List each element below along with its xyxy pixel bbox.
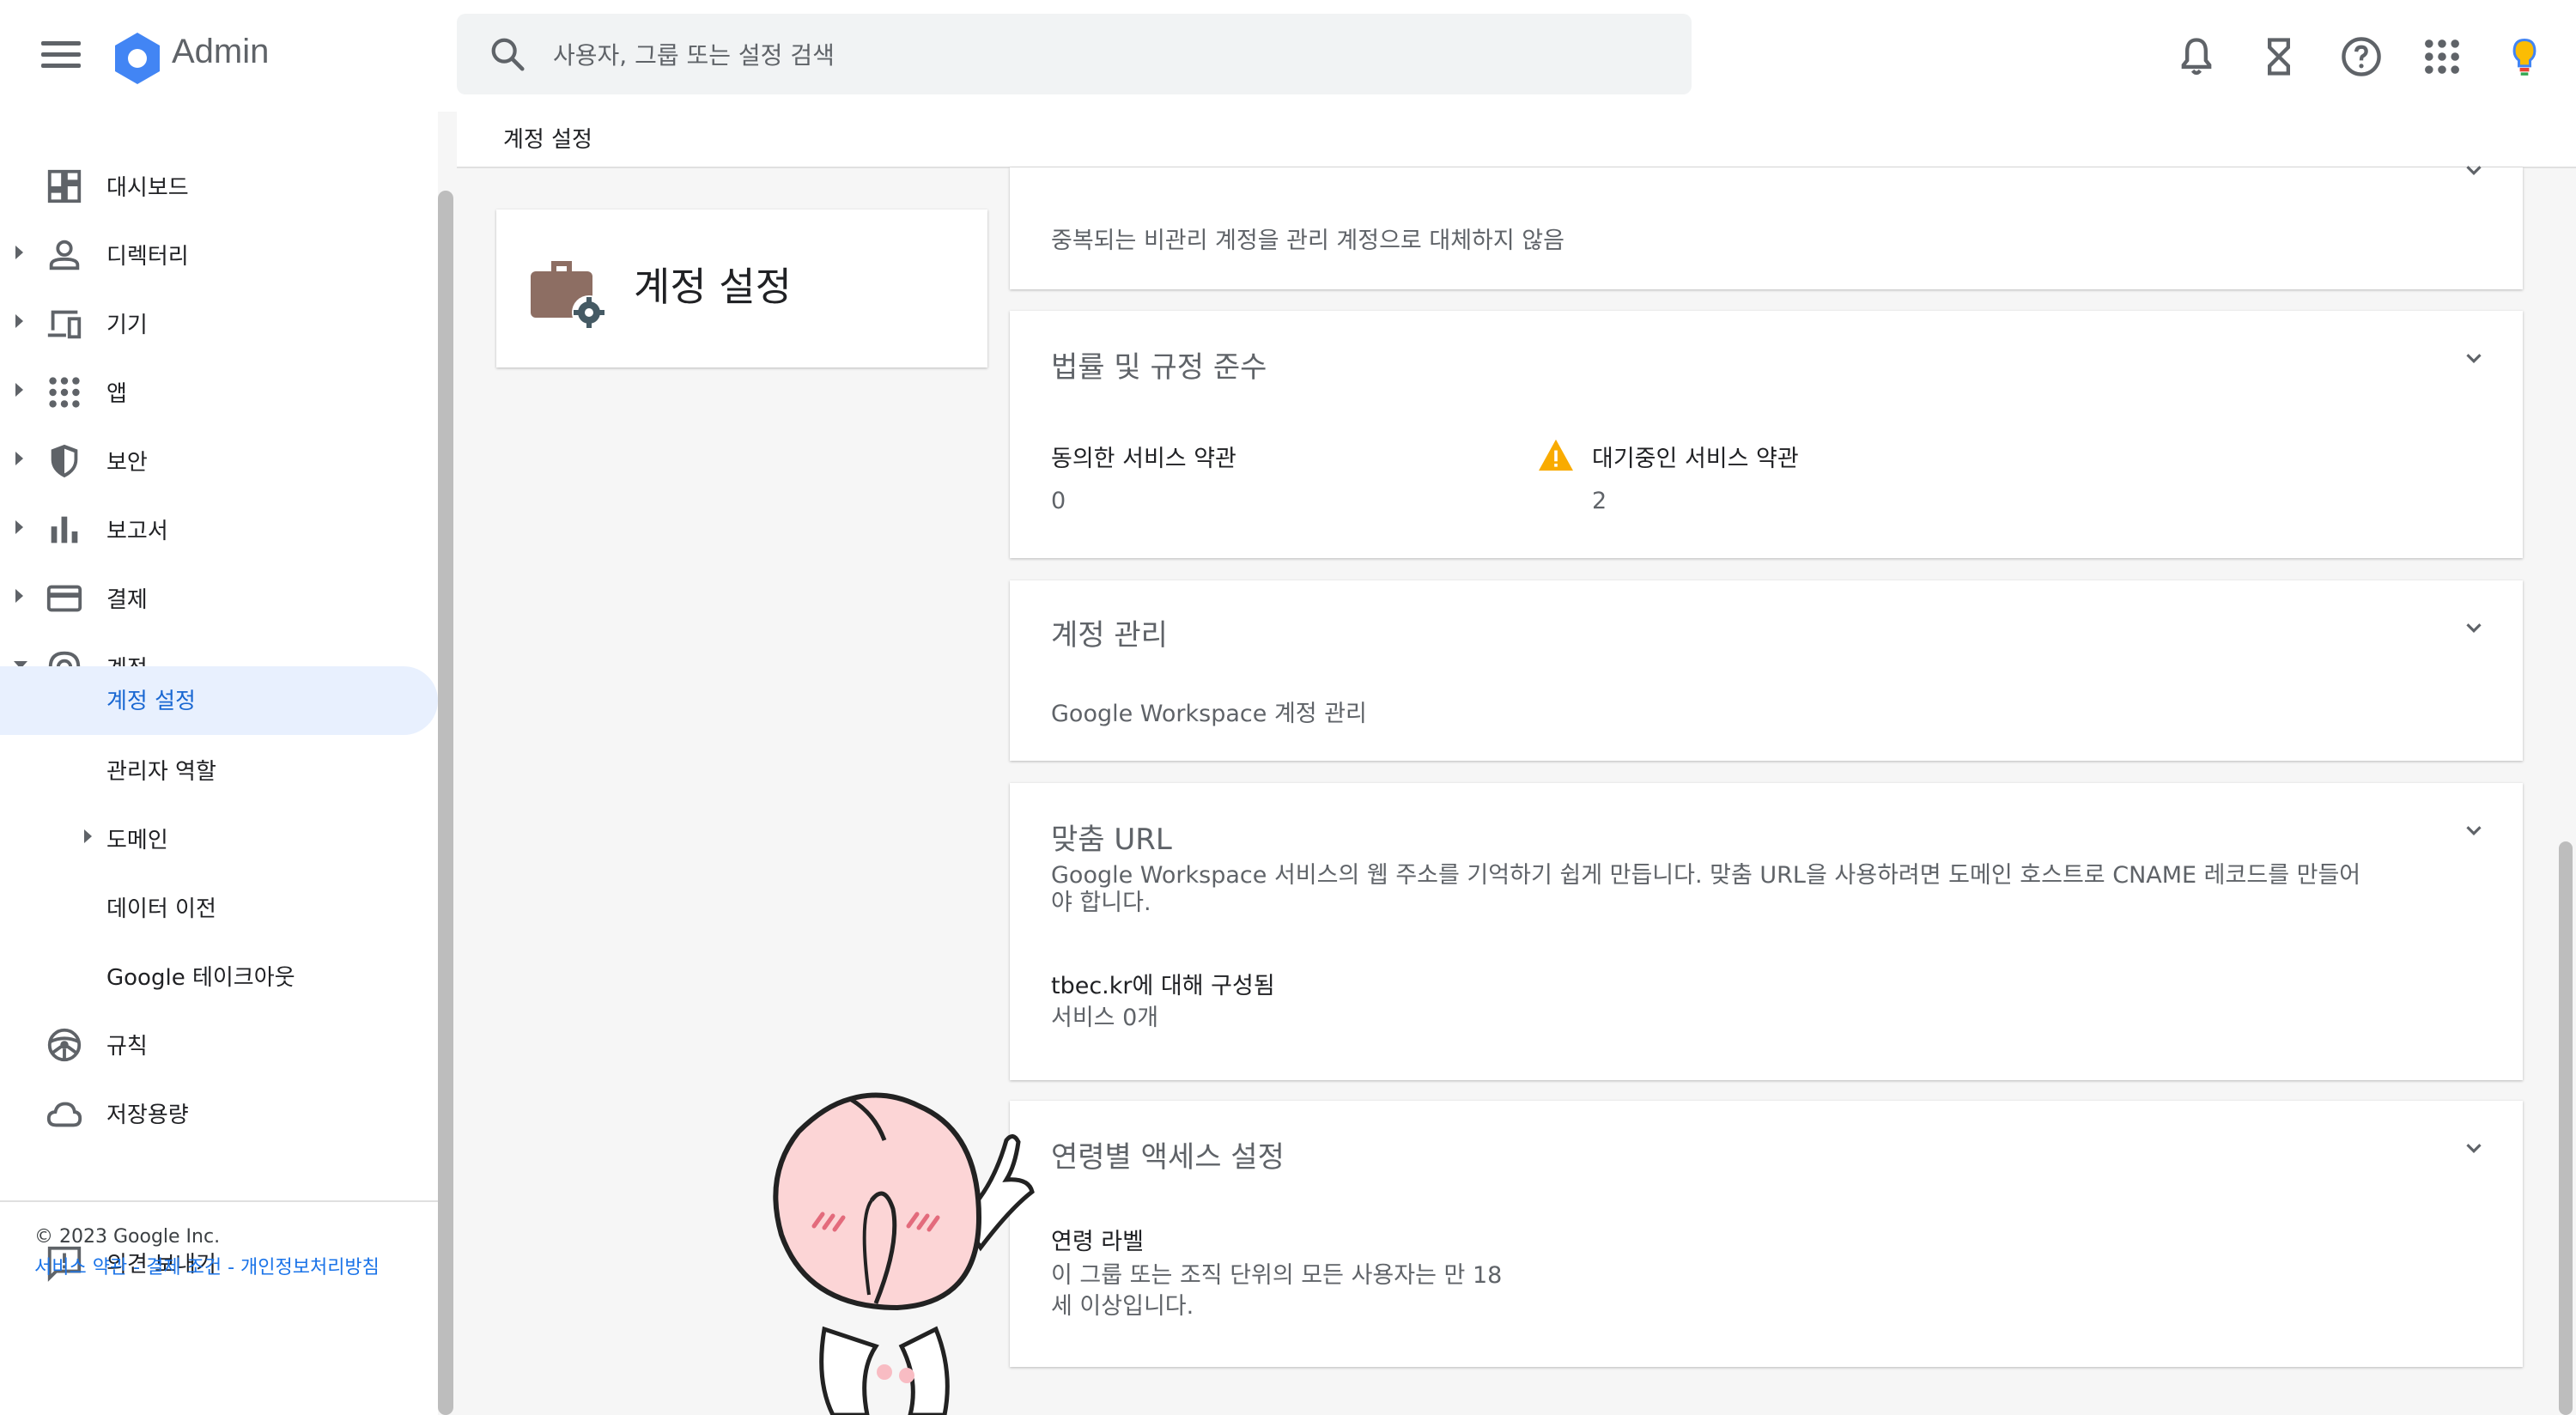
sidebar-item-rules[interactable]: 규칙 [0,1010,438,1078]
search-icon[interactable] [488,34,527,74]
chevron-down-icon[interactable] [2461,615,2487,641]
sidebar-item-account-settings[interactable]: 계정 설정 [0,666,438,735]
app-name: Admin [172,33,270,70]
main-menu-icon[interactable] [36,34,86,77]
bar-chart-icon [51,516,78,544]
sidebar-item-label: 도메인 [106,828,168,853]
sidebar-item-label: 대시보드 [106,175,189,201]
expand-arrow-icon[interactable] [15,452,23,465]
conflicting-accounts-card[interactable]: 중복되는 비관리 계정을 관리 계정으로 대체하지 않음 [1010,166,2523,289]
sidebar-item-directory[interactable]: 디렉터리 [0,220,438,288]
sidebar-item-security[interactable]: 보안 [0,426,438,495]
sidebar-item-label: 규칙 [106,1034,148,1060]
card-title: 연령별 액세스 설정 [1051,1140,1285,1175]
sidebar-item-label: 계정 설정 [106,689,196,714]
agreed-terms-count: 0 [1051,488,1066,514]
sidebar-divider [0,1200,438,1202]
sidebar-item-label: 결제 [106,587,148,613]
card-title: 계정 설정 [634,264,792,310]
sidebar-item-storage[interactable]: 저장용량 [0,1078,438,1147]
sidebar-item-billing[interactable]: 결제 [0,563,438,632]
devices-icon [47,310,82,339]
sidebar-item-reports[interactable]: 보고서 [0,495,438,563]
person-icon [49,240,80,270]
card-title: 법률 및 규정 준수 [1051,350,1267,385]
custom-url-description-line2: 야 합니다. [1051,890,1151,916]
sidebar-item-label: Google 테이크아웃 [106,965,295,991]
expand-arrow-icon[interactable] [84,829,92,843]
sidebar-item-admin-roles[interactable]: 관리자 역할 [0,735,438,804]
chevron-down-icon[interactable] [2461,345,2487,371]
page-title: 계정 설정 [503,127,592,153]
admin-logo-icon [115,33,160,84]
sidebar-item-label: 디렉터리 [106,244,189,270]
sidebar-item-google-takeout[interactable]: Google 테이크아웃 [0,941,438,1010]
card-title: 계정 관리 [1051,618,1168,653]
search-input[interactable] [551,14,1671,96]
credit-card-icon [46,585,82,612]
account-management-description: Google Workspace 계정 관리 [1051,701,1367,727]
sidebar-item-apps[interactable]: 앱 [0,357,438,426]
services-count: 서비스 0개 [1051,1005,1159,1031]
account-management-card[interactable]: 계정 관리 Google Workspace 계정 관리 [1010,580,2523,761]
age-label-value-line1: 이 그룹 또는 조직 단위의 모든 사용자는 만 18 [1051,1262,1503,1289]
expand-arrow-icon[interactable] [15,246,23,259]
sidebar-item-devices[interactable]: 기기 [0,288,438,357]
tasks-hourglass-icon[interactable] [2257,34,2301,79]
top-bar: Admin [0,0,2576,112]
conflict-description: 중복되는 비관리 계정을 관리 계정으로 대체하지 않음 [1051,228,1564,254]
configured-domain-label: tbec.kr에 대해 구성됨 [1051,973,1275,999]
tips-lightbulb-icon[interactable] [2502,34,2547,79]
pending-terms-count: 2 [1592,488,1607,514]
expand-arrow-icon[interactable] [15,383,23,397]
main-scrollbar[interactable] [2559,841,2573,1415]
sidebar-item-label: 보고서 [106,519,168,544]
apps-grid-icon[interactable] [2420,34,2464,79]
search-bar[interactable] [457,14,1692,96]
chevron-down-icon[interactable] [2461,817,2487,843]
sidebar-item-label: 데이터 이전 [106,896,216,922]
help-icon[interactable] [2339,34,2384,79]
expand-arrow-icon[interactable] [15,314,23,328]
sidebar-item-label: 앱 [106,381,127,407]
pending-terms-label[interactable]: 대기중인 서비스 약관 [1592,440,1799,473]
page-header: 계정 설정 [457,112,2576,168]
card-title: 맞춤 URL [1051,823,1172,857]
footer-links[interactable]: 서비스 약관 - 결제 조건 - 개인정보처리방침 [34,1252,380,1279]
steering-wheel-icon [47,1028,82,1062]
age-label-title: 연령 라벨 [1051,1229,1144,1255]
account-settings-title-card: 계정 설정 [496,210,987,367]
sidebar-item-label: 기기 [106,313,148,338]
peach-character-sticker [773,1092,1035,1415]
copyright-text: © 2023 Google Inc. [34,1226,221,1248]
apps-icon [49,377,80,408]
sidebar-item-label: 관리자 역할 [106,759,216,785]
chevron-down-icon[interactable] [2461,1135,2487,1161]
sidebar-item-label: 저장용량 [106,1102,189,1128]
sidebar-scrollbar[interactable] [438,191,453,1415]
dashboard-icon [47,169,82,203]
custom-url-card[interactable]: 맞춤 URL Google Workspace 서비스의 웹 주소를 기억하기 … [1010,783,2523,1080]
sidebar: 대시보드 디렉터리 기기 앱 보안 보고서 결제 계정 설정 관리자 역할 도메… [0,112,438,1415]
age-access-settings-card[interactable]: 연령별 액세스 설정 연령 라벨 이 그룹 또는 조직 단위의 모든 사용자는 … [1010,1101,2523,1367]
briefcase-gear-icon [531,261,606,330]
sidebar-item-label: 보안 [106,450,148,476]
warning-icon [1539,439,1573,471]
legal-compliance-card[interactable]: 법률 및 규정 준수 동의한 서비스 약관 0 대기중인 서비스 약관 2 [1010,311,2523,558]
sidebar-item-dashboard[interactable]: 대시보드 [0,151,438,220]
shield-icon [51,444,78,478]
sidebar-item-domains[interactable]: 도메인 [0,804,438,872]
agreed-terms-label: 동의한 서비스 약관 [1051,446,1236,472]
chevron-down-icon[interactable] [2461,157,2487,183]
custom-url-description-line1: Google Workspace 서비스의 웹 주소를 기억하기 쉽게 만듭니다… [1051,862,2361,889]
age-label-value-line2: 세 이상입니다. [1051,1293,1194,1320]
cloud-icon [46,1102,82,1127]
expand-arrow-icon[interactable] [15,589,23,603]
notifications-bell-icon[interactable] [2174,34,2219,79]
sidebar-item-data-migration[interactable]: 데이터 이전 [0,872,438,941]
expand-arrow-icon[interactable] [15,520,23,534]
